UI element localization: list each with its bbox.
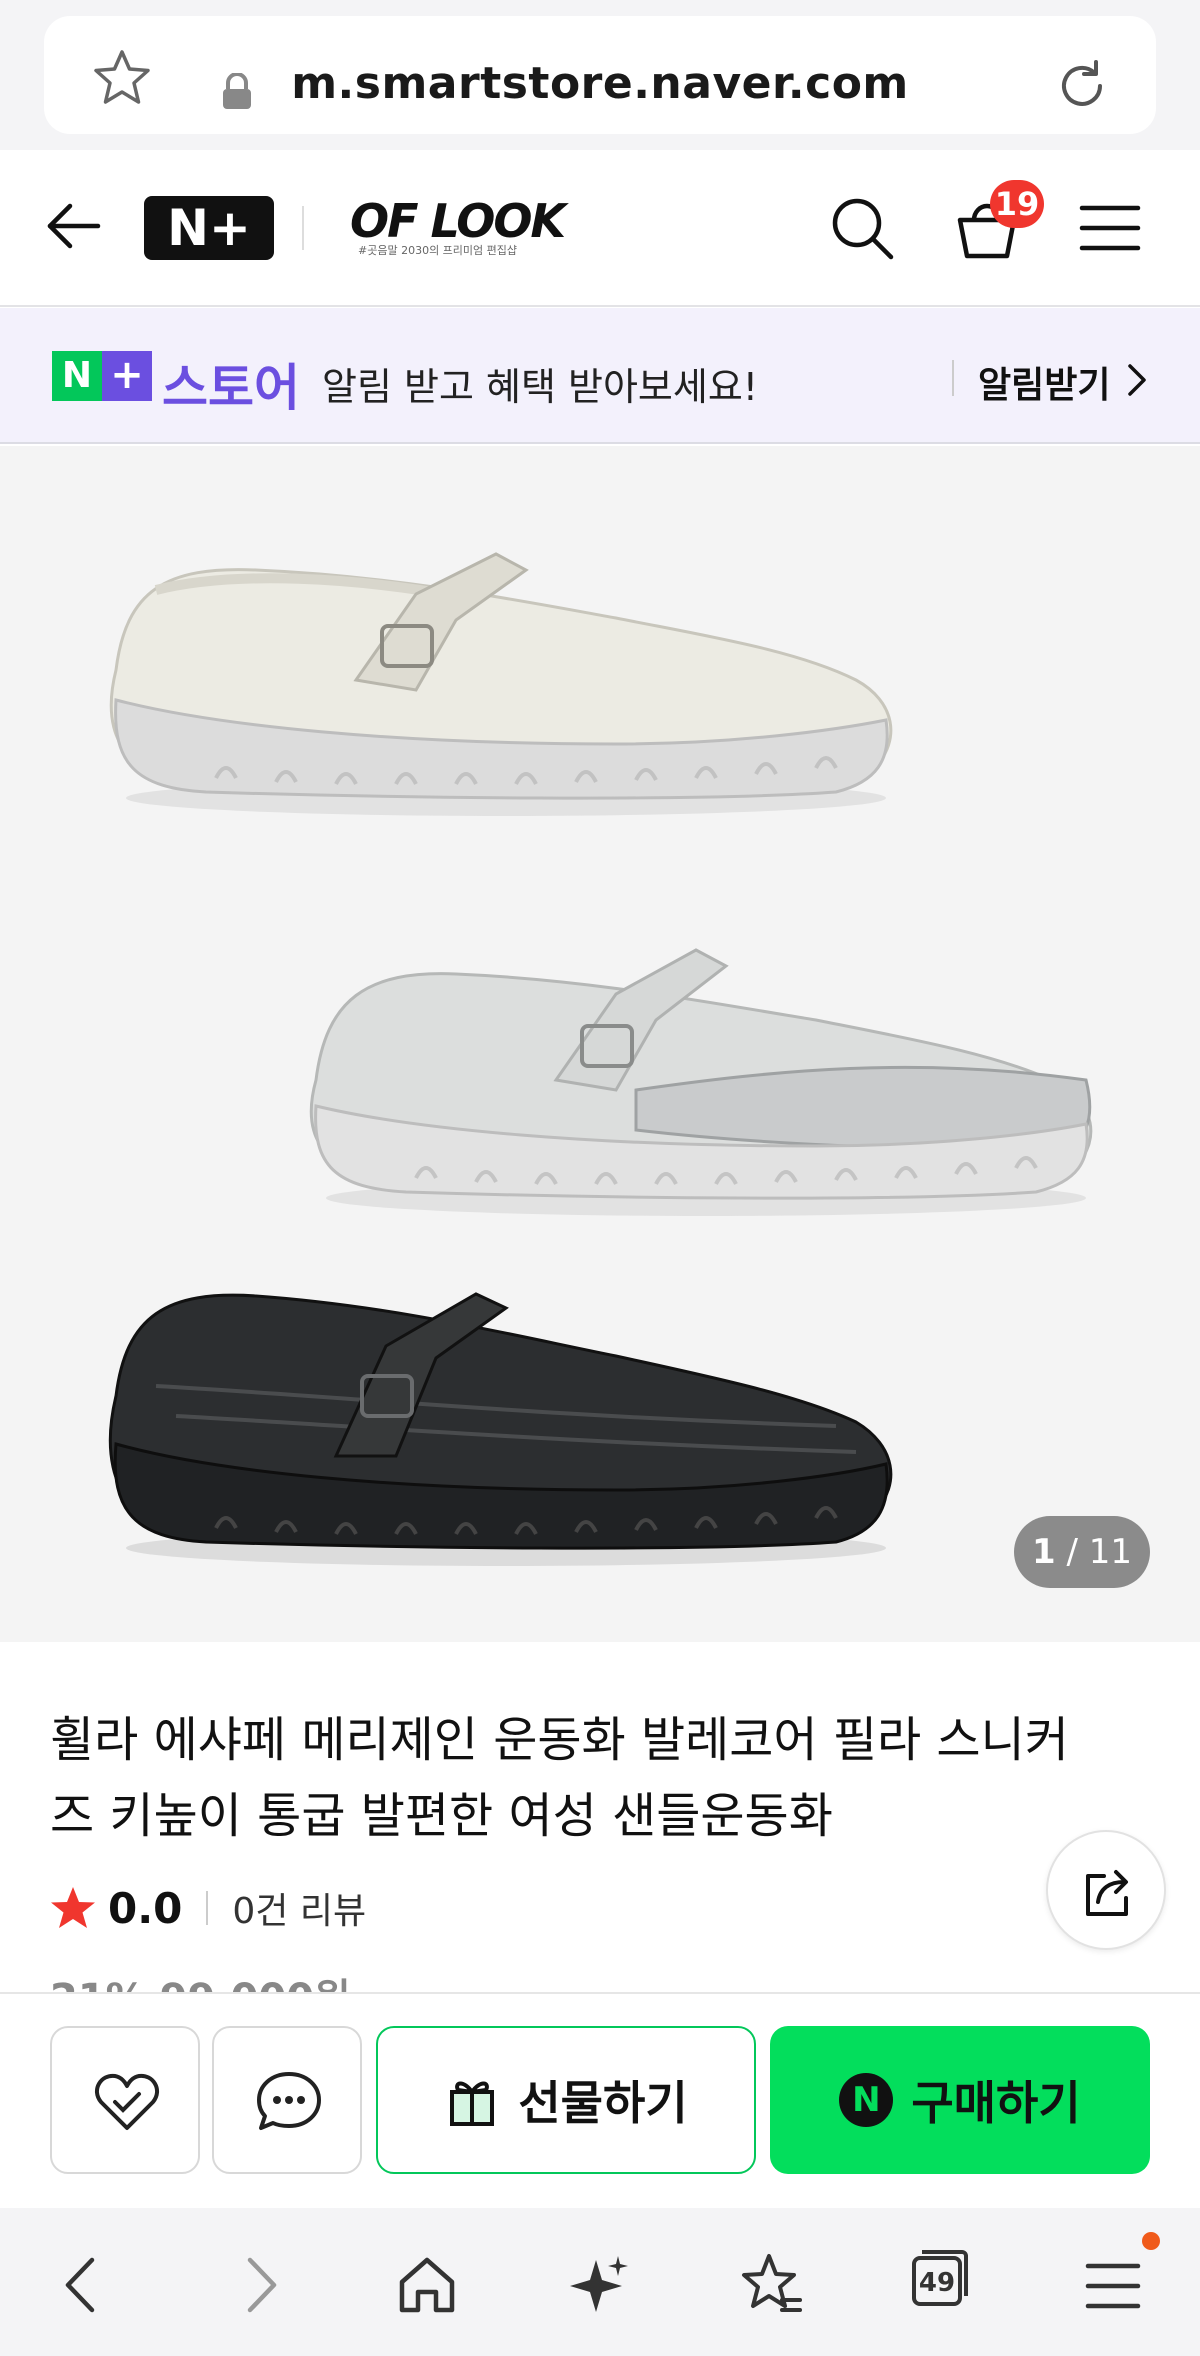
rating-divider <box>206 1891 209 1925</box>
back-arrow-icon[interactable] <box>44 196 104 256</box>
browser-back-icon[interactable] <box>48 2250 118 2320</box>
notification-promo-banner[interactable]: N + 스토어 알림 받고 혜택 받아보세요! 알림받기 <box>0 308 1200 444</box>
current-image-index: 1 <box>1031 1532 1056 1572</box>
menu-notification-dot <box>1142 2232 1160 2250</box>
gift-button[interactable]: 선물하기 <box>376 2026 756 2174</box>
purchase-action-bar: 선물하기 N 구매하기 <box>0 1992 1200 2208</box>
image-page-counter: 1 / 11 <box>1014 1516 1150 1588</box>
store-label: 스토어 <box>162 359 300 417</box>
ai-sparkle-icon[interactable] <box>564 2250 634 2320</box>
tab-count: 49 <box>918 2268 956 2298</box>
product-image-gallery[interactable] <box>0 446 1200 1642</box>
rating-star-icon <box>51 1887 95 1928</box>
counter-separator: / <box>1055 1532 1089 1572</box>
product-info: 휠라 에샤페 메리제인 운동화 발레코어 필라 스니커즈 키높이 통굽 발편한 … <box>0 1642 1200 1992</box>
cart-count-badge: 19 <box>990 180 1044 228</box>
badge-n: N <box>52 351 102 401</box>
browser-forward-icon[interactable] <box>224 2250 294 2320</box>
product-image-shoe-silver <box>309 948 1093 1216</box>
rating-score: 0.0 <box>108 1883 183 1933</box>
bookmarks-star-icon[interactable] <box>736 2250 806 2320</box>
home-icon[interactable] <box>392 2250 462 2320</box>
browser-menu-icon[interactable] <box>1078 2250 1148 2320</box>
browser-address-bar-area: m.smartstore.naver.com <box>0 0 1200 150</box>
header-divider <box>302 206 304 250</box>
naver-pay-n-icon: N <box>839 2073 894 2127</box>
subscribe-alert-button[interactable]: 알림받기 <box>978 356 1110 408</box>
gift-icon <box>450 2081 495 2126</box>
product-title: 휠라 에샤페 메리제인 운동화 발레코어 필라 스니커즈 키높이 통굽 발편한 … <box>50 1712 1069 1844</box>
heart-icon <box>95 2073 159 2130</box>
share-icon <box>1086 1870 1128 1916</box>
search-icon[interactable] <box>828 194 896 262</box>
buy-button-label: 구매하기 <box>911 2076 1081 2130</box>
promo-divider <box>952 360 954 396</box>
review-count-link[interactable]: 0건 리뷰 <box>232 1882 366 1934</box>
wishlist-button[interactable] <box>50 2026 200 2174</box>
brand-tagline: #곳음말 2030의 프리미엄 편집샵 <box>358 244 518 257</box>
store-header: N+ OF LOOK #곳음말 2030의 프리미엄 편집샵 <box>0 150 1200 307</box>
nplus-store-badge: N + <box>52 351 152 401</box>
brand-logo[interactable]: OF LOOK <box>350 194 566 248</box>
buy-button[interactable]: N 구매하기 <box>770 2026 1150 2174</box>
product-image-shoe-cream <box>109 552 893 816</box>
chevron-right-icon <box>1128 364 1146 396</box>
promo-message: 알림 받고 혜택 받아보세요! <box>322 365 759 409</box>
product-image-shoe-black <box>108 1292 893 1566</box>
rating-summary[interactable]: 0.0 0건 리뷰 <box>50 1878 366 1938</box>
url-text[interactable]: m.smartstore.naver.com <box>44 58 1156 109</box>
hamburger-menu-icon[interactable] <box>1078 200 1142 256</box>
talk-chat-button[interactable] <box>212 2026 362 2174</box>
tabs-button[interactable]: 49 <box>904 2242 976 2314</box>
address-bar[interactable]: m.smartstore.naver.com <box>44 16 1156 134</box>
reload-icon[interactable] <box>1052 56 1112 116</box>
badge-plus: + <box>102 351 152 401</box>
browser-bottom-nav <box>0 2208 1200 2356</box>
gift-button-label: 선물하기 <box>518 2076 688 2130</box>
share-button[interactable] <box>1046 1830 1166 1950</box>
total-images: 11 <box>1088 1532 1132 1572</box>
nplus-logo[interactable]: N+ <box>144 196 274 260</box>
chat-bubble-icon <box>257 2072 321 2130</box>
